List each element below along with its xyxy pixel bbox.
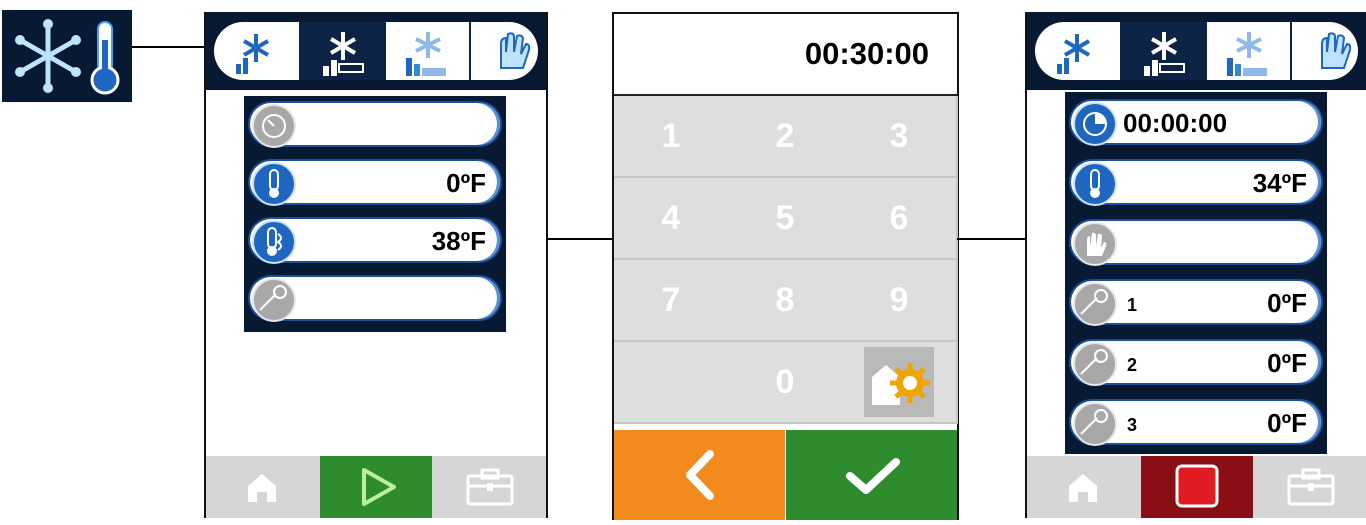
timer-icon	[1073, 102, 1117, 146]
row-manual[interactable]	[1065, 216, 1327, 268]
probe-2-value: 0ºF	[1267, 348, 1307, 378]
toolbox-icon	[1287, 468, 1335, 506]
footer-bar	[1027, 456, 1366, 518]
row-elapsed-time[interactable]: 00:00:00	[1065, 96, 1327, 148]
key-2[interactable]: 2	[728, 96, 844, 178]
mode-tabs	[1027, 12, 1366, 90]
row-probe[interactable]	[244, 272, 506, 324]
key-8[interactable]: 8	[728, 260, 844, 342]
row-probe-2[interactable]: 2 0ºF	[1065, 336, 1327, 388]
tab-soft-chill[interactable]	[384, 22, 469, 80]
running-parameters: 00:00:00 34ºF 1 0ºF 2 0ºF 3 0ºF	[1065, 92, 1327, 454]
core-temp-value: 0ºF	[446, 168, 486, 198]
toolbox-icon	[466, 468, 514, 506]
settings-key[interactable]	[842, 342, 958, 424]
air-temp-value: 38ºF	[431, 226, 486, 256]
stop-icon	[1175, 464, 1219, 508]
program-parameters: 0ºF 38ºF	[244, 96, 506, 332]
probe-icon	[252, 278, 296, 322]
timer-icon	[252, 104, 296, 148]
connector-line	[546, 238, 612, 240]
key-blank	[614, 342, 730, 424]
home-icon	[248, 474, 276, 502]
tab-manual[interactable]	[469, 22, 538, 80]
thermometer-icon	[1073, 162, 1117, 206]
row-air-temp[interactable]: 38ºF	[244, 214, 506, 266]
running-panel: 00:00:00 34ºF 1 0ºF 2 0ºF 3 0ºF	[1025, 12, 1366, 518]
probe-number: 1	[1127, 295, 1138, 315]
back-button[interactable]	[614, 430, 785, 520]
footer-bar	[206, 456, 546, 518]
key-7[interactable]: 7	[614, 260, 730, 342]
time-display[interactable]: 00:30:00	[614, 14, 957, 96]
elapsed-time-value: 00:00:00	[1123, 108, 1228, 138]
row-core-temp[interactable]: 34ºF	[1065, 156, 1327, 208]
probe-icon	[1073, 402, 1117, 446]
mode-icon-snowflake-thermometer	[2, 10, 132, 102]
connector-line	[132, 46, 204, 48]
probe-1-value: 0ºF	[1267, 288, 1307, 318]
tab-chill[interactable]	[1035, 22, 1118, 80]
toolbox-button[interactable]	[1255, 456, 1366, 518]
stop-button[interactable]	[1141, 456, 1253, 518]
probe-3-value: 0ºF	[1267, 408, 1307, 438]
key-6[interactable]: 6	[842, 178, 958, 260]
tab-manual[interactable]	[1290, 22, 1358, 80]
home-button[interactable]	[1027, 456, 1139, 518]
key-1[interactable]: 1	[614, 96, 730, 178]
row-probe-3[interactable]: 3 0ºF	[1065, 396, 1327, 448]
key-4[interactable]: 4	[614, 178, 730, 260]
probe-number: 2	[1127, 355, 1138, 375]
key-5[interactable]: 5	[728, 178, 844, 260]
probe-icon	[1073, 342, 1117, 386]
play-icon	[362, 468, 396, 506]
row-core-temp[interactable]: 0ºF	[244, 156, 506, 208]
chevron-left-icon	[686, 450, 714, 500]
tab-soft-chill[interactable]	[1205, 22, 1290, 80]
air-thermometer-icon	[252, 220, 296, 264]
home-icon	[1069, 474, 1097, 502]
tab-freeze[interactable]	[1120, 22, 1205, 80]
connector-line	[957, 238, 1025, 240]
key-3[interactable]: 3	[842, 96, 958, 178]
start-button[interactable]	[320, 456, 432, 518]
thermometer-icon	[252, 162, 296, 206]
home-button[interactable]	[206, 456, 318, 518]
program-panel: 0ºF 38ºF	[204, 12, 548, 518]
manual-hand-icon	[1073, 222, 1117, 266]
key-9[interactable]: 9	[842, 260, 958, 342]
row-time[interactable]	[244, 98, 506, 150]
keypad-panel: 00:30:00 1 2 3 4 5 6 7 8 9 0	[612, 12, 959, 520]
confirm-button[interactable]	[786, 430, 957, 520]
toolbox-button[interactable]	[434, 456, 546, 518]
key-0[interactable]: 0	[728, 342, 844, 424]
mode-tabs	[206, 12, 546, 90]
row-probe-1[interactable]: 1 0ºF	[1065, 276, 1327, 328]
core-temp-value: 34ºF	[1252, 168, 1307, 198]
tab-chill[interactable]	[214, 22, 297, 80]
settings-icon	[864, 347, 934, 417]
check-icon	[846, 458, 900, 494]
probe-number: 3	[1127, 415, 1138, 435]
probe-icon	[1073, 282, 1117, 326]
tab-freeze[interactable]	[299, 22, 384, 80]
time-display-value: 00:30:00	[804, 36, 929, 71]
